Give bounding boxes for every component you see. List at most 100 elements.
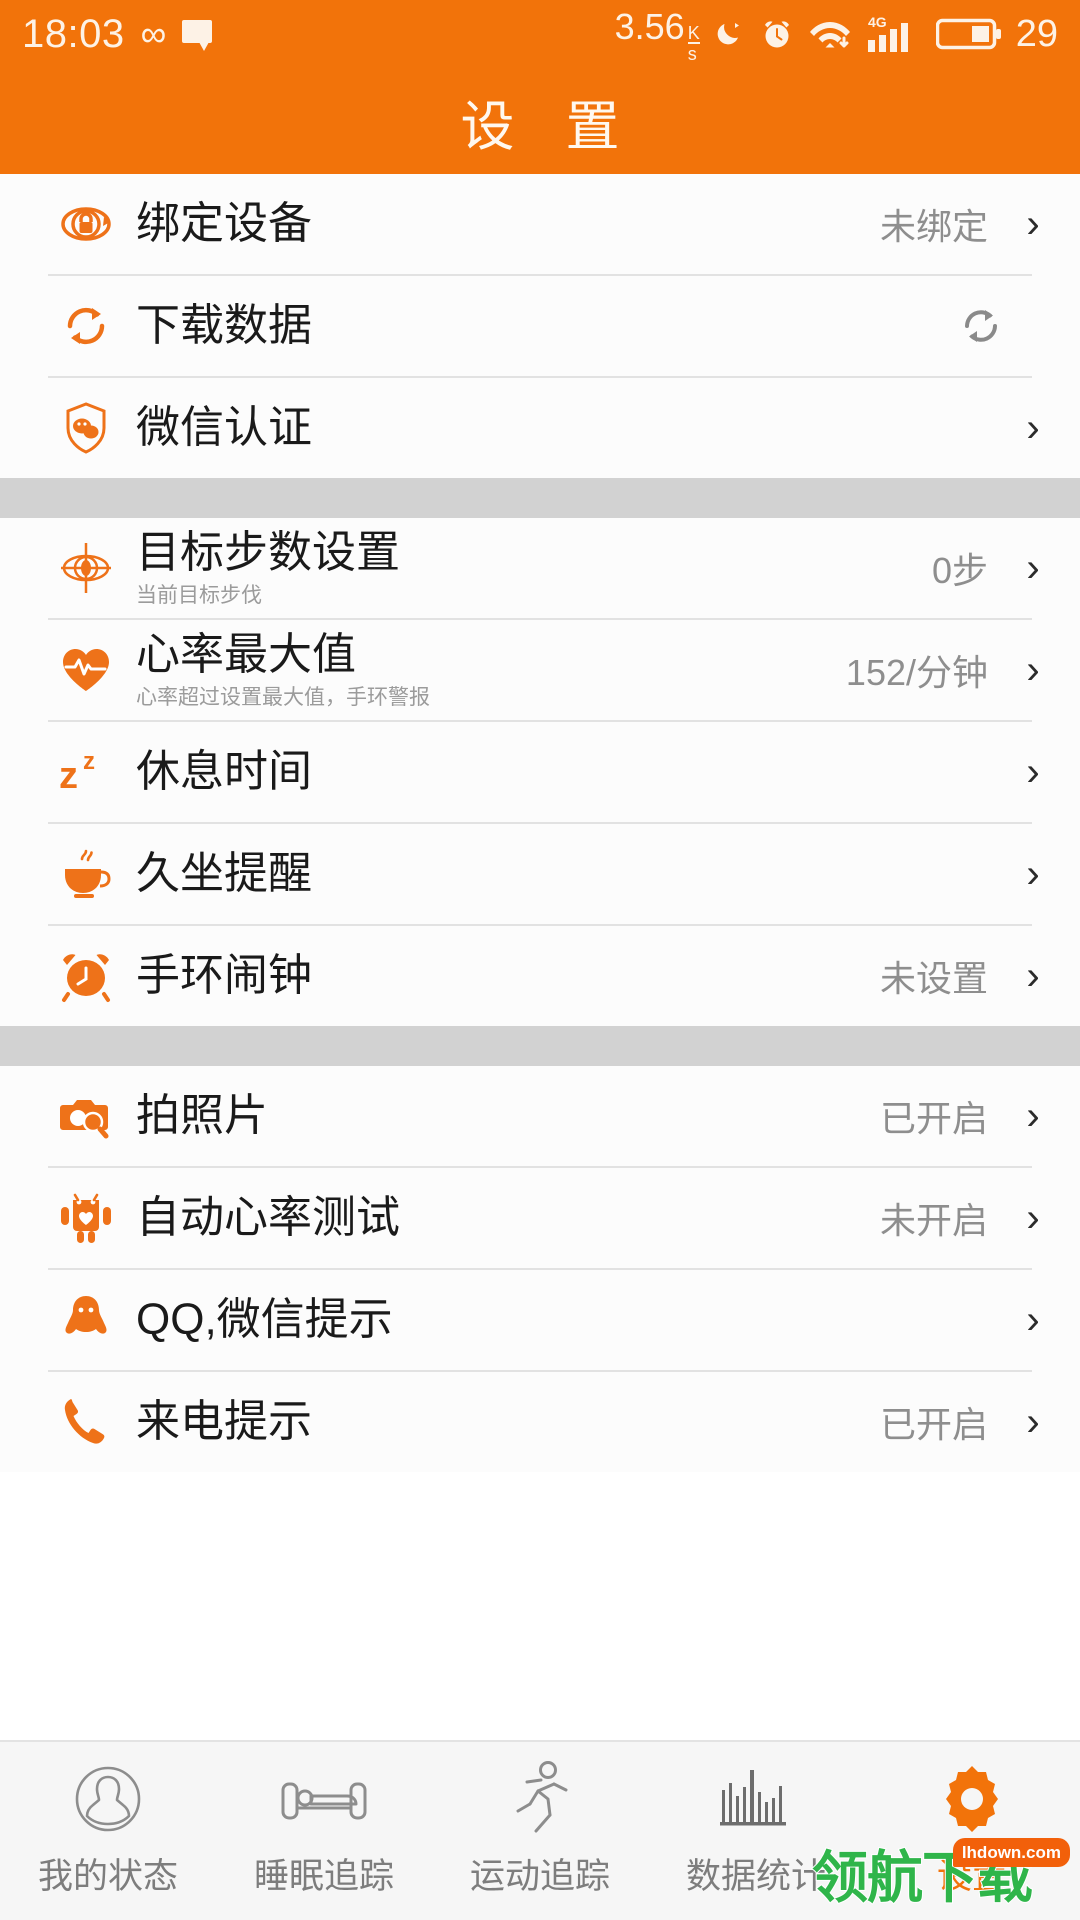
settings-row-value: 已开启 [879, 1404, 988, 1445]
signal-bars-icon: 4G [866, 14, 922, 54]
chevron-right-icon: › [1026, 954, 1040, 998]
settings-row-value: 未开启 [879, 1200, 988, 1241]
alarm-clock-icon [48, 947, 124, 1005]
speed-unit-denominator: s [687, 41, 700, 63]
settings-row-text: 久坐提醒 [124, 848, 988, 898]
settings-row-title: 目标步数设置 [136, 527, 400, 577]
settings-row-subtitle: 心率超过设置最大值，手环警报 [136, 686, 430, 710]
settings-group-1: 绑定设备 未绑定 › 下载数据 微信认证 › [0, 174, 1080, 478]
settings-row-value: 0步 [931, 550, 988, 591]
battery-icon [935, 16, 1002, 52]
settings-row-download-data[interactable]: 下载数据 › [0, 276, 1080, 376]
settings-row-max-heart-rate[interactable]: 心率最大值 心率超过设置最大值，手环警报 152/分钟 › [0, 620, 1080, 720]
settings-row-qq-wechat-notify[interactable]: QQ,微信提示 › [0, 1270, 1080, 1370]
alarm-clock-icon [760, 17, 794, 51]
chevron-right-icon: › [1026, 648, 1040, 692]
svg-text:z: z [59, 755, 78, 797]
settings-row-wechat-auth[interactable]: 微信认证 › [0, 378, 1080, 478]
settings-row-text: 手环闹钟 [124, 950, 880, 1000]
settings-row-band-alarm[interactable]: 手环闹钟 未设置 › [0, 926, 1080, 1026]
coffee-cup-icon [48, 845, 124, 903]
settings-row-sedentary-reminder[interactable]: 久坐提醒 › [0, 824, 1080, 924]
settings-row-incoming-call-notify[interactable]: 来电提示 已开启 › [0, 1372, 1080, 1472]
settings-row-value: 已开启 [879, 1098, 988, 1139]
settings-row-text: 自动心率测试 [124, 1192, 880, 1242]
bed-icon [280, 1758, 368, 1840]
qq-penguin-icon [48, 1291, 124, 1349]
chevron-right-icon: › [1026, 750, 1040, 794]
settings-row-text: 拍照片 [124, 1092, 880, 1139]
settings-row-text: 微信认证 [124, 402, 988, 452]
settings-row-text: QQ,微信提示 [124, 1296, 988, 1343]
settings-row-value: 152/分钟 [845, 652, 988, 693]
settings-row-value: 未绑定 [879, 206, 988, 247]
settings-row-title: 微信认证 [136, 402, 312, 452]
settings-row-title: 久坐提醒 [136, 848, 312, 898]
chevron-right-icon: › [1026, 202, 1040, 246]
message-icon [182, 20, 213, 51]
person-circle-icon [71, 1758, 145, 1840]
settings-row-text: 绑定设备 [124, 198, 880, 248]
tab-label: 运动追踪 [469, 1857, 610, 1896]
infinity-icon: ∞ [140, 13, 167, 54]
settings-row-title: 休息时间 [136, 746, 312, 796]
status-bar-left: 18:03 ∞ [22, 11, 213, 57]
tab-settings[interactable]: 设置 [864, 1758, 1080, 1899]
settings-row-title: 手环闹钟 [136, 950, 312, 1000]
status-bar-right: 3.56 K s 4G 29 [615, 6, 1058, 63]
tab-data-statistics[interactable]: 数据统计 [648, 1758, 864, 1899]
settings-row-text: 心率最大值 心率超过设置最大值，手环警报 [124, 629, 846, 710]
phone-call-icon [48, 1393, 124, 1451]
status-time: 18:03 [22, 11, 125, 56]
network-speed-unit: K s [687, 22, 700, 63]
chevron-right-icon: › [1026, 1094, 1040, 1138]
target-icon [48, 539, 124, 597]
network-speed-value: 3.56 [614, 5, 685, 47]
settings-row-text: 休息时间 [124, 746, 988, 796]
lock-sync-icon [48, 195, 124, 253]
tab-label: 设置 [936, 1857, 1007, 1896]
settings-row-text: 目标步数设置 当前目标步伐 [124, 527, 932, 606]
tab-label: 数据统计 [685, 1857, 826, 1896]
tab-sleep-tracking[interactable]: 睡眠追踪 [216, 1758, 432, 1899]
page-title: 设 置 [460, 96, 638, 157]
speed-unit-numerator: K [687, 22, 700, 43]
settings-row-target-steps[interactable]: 目标步数设置 当前目标步伐 0步 › [0, 518, 1080, 618]
settings-row-title: 自动心率测试 [136, 1192, 400, 1242]
heart-rate-icon [48, 641, 124, 699]
settings-row-title: 心率最大值 [136, 629, 356, 679]
chevron-right-icon: › [1026, 1400, 1040, 1444]
camera-icon [48, 1087, 124, 1145]
tab-label: 我的状态 [37, 1857, 178, 1896]
do-not-disturb-moon-icon [714, 18, 746, 50]
android-robot-icon [48, 1189, 124, 1247]
settings-list: 绑定设备 未绑定 › 下载数据 微信认证 › 目标步数设置 当前目标步伐 0步 … [0, 174, 1080, 1472]
app-header: 设 置 [0, 68, 1080, 174]
gear-icon [935, 1758, 1009, 1840]
svg-text:z: z [83, 748, 95, 775]
settings-row-value: 未设置 [879, 958, 988, 999]
settings-row-title: 绑定设备 [136, 198, 312, 248]
chevron-right-icon: › [1026, 852, 1040, 896]
settings-row-title: 来电提示 [136, 1396, 312, 1446]
sleep-zz-icon: z z [48, 743, 124, 801]
chevron-right-icon: › [1026, 546, 1040, 590]
settings-group-3: 拍照片 已开启 › 自动心率测试 未开启 › QQ,微信提示 › 来电提示 已开… [0, 1066, 1080, 1472]
chevron-right-icon: › [1026, 1298, 1040, 1342]
bar-chart-icon [716, 1758, 796, 1840]
settings-row-take-photo[interactable]: 拍照片 已开启 › [0, 1066, 1080, 1166]
chevron-right-icon: › [1026, 1196, 1040, 1240]
group-separator [0, 1026, 1080, 1066]
settings-row-rest-time[interactable]: z z 休息时间 › [0, 722, 1080, 822]
status-bar: 18:03 ∞ 3.56 K s 4G 29 [0, 0, 1080, 68]
settings-row-auto-heart-rate-test[interactable]: 自动心率测试 未开启 › [0, 1168, 1080, 1268]
settings-row-bind-device[interactable]: 绑定设备 未绑定 › [0, 174, 1080, 274]
settings-group-2: 目标步数设置 当前目标步伐 0步 › 心率最大值 心率超过设置最大值，手环警报 … [0, 518, 1080, 1026]
settings-row-title: 下载数据 [136, 300, 312, 350]
refresh-icon[interactable] [954, 299, 1008, 353]
tab-exercise-tracking[interactable]: 运动追踪 [432, 1758, 648, 1899]
wifi-icon [808, 16, 852, 52]
settings-row-text: 来电提示 [124, 1396, 880, 1446]
battery-level: 29 [1015, 12, 1058, 55]
tab-my-status[interactable]: 我的状态 [0, 1758, 216, 1899]
